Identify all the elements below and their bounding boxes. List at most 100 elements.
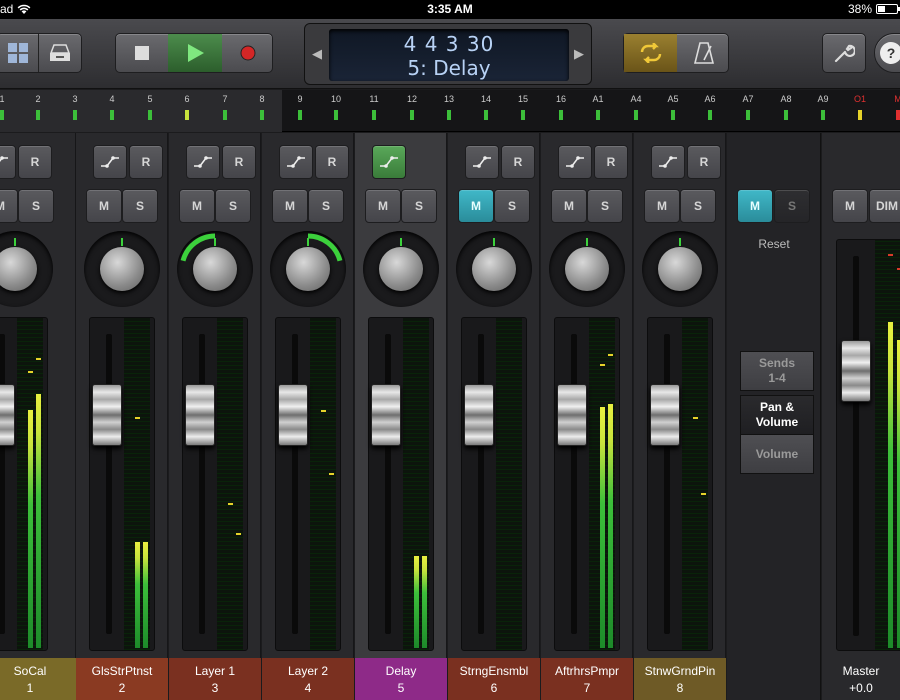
pan-knob[interactable] [642, 231, 718, 307]
track-name-label[interactable]: AftrhrsPmpr 7 [541, 658, 633, 700]
volume-fader[interactable] [0, 317, 48, 651]
mute-button[interactable]: M [365, 189, 401, 223]
fader-cap[interactable] [650, 384, 680, 446]
track-name: SoCal [13, 664, 47, 678]
master-label: Master +0.0 [822, 658, 900, 700]
settings-button[interactable] [822, 33, 866, 73]
volume-fader[interactable] [89, 317, 155, 651]
tab-sends[interactable]: Sends 1-4 [740, 351, 814, 391]
metronome-button[interactable] [677, 34, 730, 72]
mute-button[interactable]: M [179, 189, 215, 223]
tab-pan-volume[interactable]: Pan & Volume [740, 395, 814, 435]
pan-knob[interactable] [0, 231, 53, 307]
automation-button[interactable] [465, 145, 499, 179]
ruler-meter-led [447, 110, 451, 120]
fader-cap[interactable] [0, 384, 15, 446]
channel-strip: R M S GlsStrPtnst 2 [76, 133, 168, 700]
automation-button[interactable] [651, 145, 685, 179]
mute-button[interactable]: M [86, 189, 122, 223]
automation-button[interactable] [0, 145, 16, 179]
read-button[interactable]: R [315, 145, 349, 179]
reset-button[interactable]: Reset [727, 237, 821, 251]
browser-icon[interactable] [39, 34, 81, 72]
stop-button[interactable] [116, 34, 168, 72]
automation-button[interactable] [186, 145, 220, 179]
pan-knob[interactable] [549, 231, 625, 307]
mute-button[interactable]: M [458, 189, 494, 223]
record-button[interactable] [222, 34, 274, 72]
volume-fader[interactable] [461, 317, 527, 651]
track-name-label[interactable]: Layer 1 3 [169, 658, 261, 700]
volume-fader[interactable] [554, 317, 620, 651]
master-mute-button[interactable]: M [832, 189, 868, 223]
fader-cap[interactable] [371, 384, 401, 446]
mute-button[interactable]: M [0, 189, 18, 223]
master-fader[interactable] [836, 239, 900, 651]
automation-button[interactable] [279, 145, 313, 179]
ruler-meter-led [260, 110, 264, 120]
track-name-label[interactable]: StrngEnsmbl 6 [448, 658, 540, 700]
help-button[interactable]: ? [874, 33, 900, 73]
fader-cap[interactable] [557, 384, 587, 446]
solo-button[interactable]: S [18, 189, 54, 223]
ruler-meter-led [185, 110, 189, 120]
master-dim-button[interactable]: DIM [869, 189, 900, 223]
ruler-track-number: 9 [297, 94, 303, 104]
track-name-label[interactable]: Layer 2 4 [262, 658, 354, 700]
track-name-label[interactable]: StnwGrndPin 8 [634, 658, 726, 700]
group-solo-button[interactable]: S [774, 189, 810, 223]
tracks-view-icon[interactable] [0, 34, 39, 72]
tab-volume[interactable]: Volume [740, 434, 814, 474]
fader-cap[interactable] [464, 384, 494, 446]
solo-button[interactable]: S [401, 189, 437, 223]
read-button[interactable]: R [594, 145, 628, 179]
group-mute-button[interactable]: M [737, 189, 773, 223]
read-button[interactable]: R [18, 145, 52, 179]
solo-button[interactable]: S [308, 189, 344, 223]
solo-button[interactable]: S [122, 189, 158, 223]
pan-knob[interactable] [363, 231, 439, 307]
fader-cap[interactable] [185, 384, 215, 446]
automation-button[interactable] [93, 145, 127, 179]
volume-fader[interactable] [275, 317, 341, 651]
mute-button[interactable]: M [272, 189, 308, 223]
track-name-label[interactable]: Delay 5 [355, 658, 447, 700]
read-button[interactable]: R [222, 145, 256, 179]
cycle-button[interactable] [624, 34, 677, 72]
fader-cap[interactable] [92, 384, 122, 446]
solo-button[interactable]: S [215, 189, 251, 223]
solo-button[interactable]: S [680, 189, 716, 223]
channel-strip: R M S StrngEnsmbl 6 [448, 133, 540, 700]
solo-button[interactable]: S [587, 189, 623, 223]
track-name-label[interactable]: SoCal 1 [0, 658, 76, 700]
read-button[interactable]: R [687, 145, 721, 179]
ruler-meter-led [634, 110, 638, 120]
level-meter-right [608, 404, 613, 648]
play-button[interactable] [168, 34, 222, 72]
pan-knob[interactable] [456, 231, 532, 307]
lcd-screen[interactable]: 4 4 3 30 5: Delay [329, 29, 569, 81]
automation-button[interactable] [558, 145, 592, 179]
fader-cap[interactable] [278, 384, 308, 446]
read-button[interactable]: R [129, 145, 163, 179]
pan-knob[interactable] [270, 231, 346, 307]
lcd-next-icon[interactable]: ▶ [574, 46, 584, 62]
lcd-prev-icon[interactable]: ◀ [312, 46, 322, 62]
track-name-label[interactable]: GlsStrPtnst 2 [76, 658, 168, 700]
volume-fader[interactable] [647, 317, 713, 651]
pan-knob[interactable] [84, 231, 160, 307]
ruler-track-number: 10 [330, 94, 341, 104]
ruler-track-number: A8 [780, 94, 792, 104]
solo-button[interactable]: S [494, 189, 530, 223]
mute-button[interactable]: M [551, 189, 587, 223]
read-button[interactable]: R [501, 145, 535, 179]
volume-fader[interactable] [368, 317, 434, 651]
ruler-meter-led [746, 110, 750, 120]
clock: 3:35 AM [427, 2, 473, 16]
ruler-track-number: 7 [222, 94, 228, 104]
volume-fader[interactable] [182, 317, 248, 651]
pan-knob[interactable] [177, 231, 253, 307]
track-ruler[interactable]: 1 2 3 4 5 6 7 8 9 10 11 12 13 14 15 16 A1 A4 A5 A6 A7 A8 A9 O1 M [0, 90, 900, 132]
mute-button[interactable]: M [644, 189, 680, 223]
automation-button[interactable] [372, 145, 406, 179]
